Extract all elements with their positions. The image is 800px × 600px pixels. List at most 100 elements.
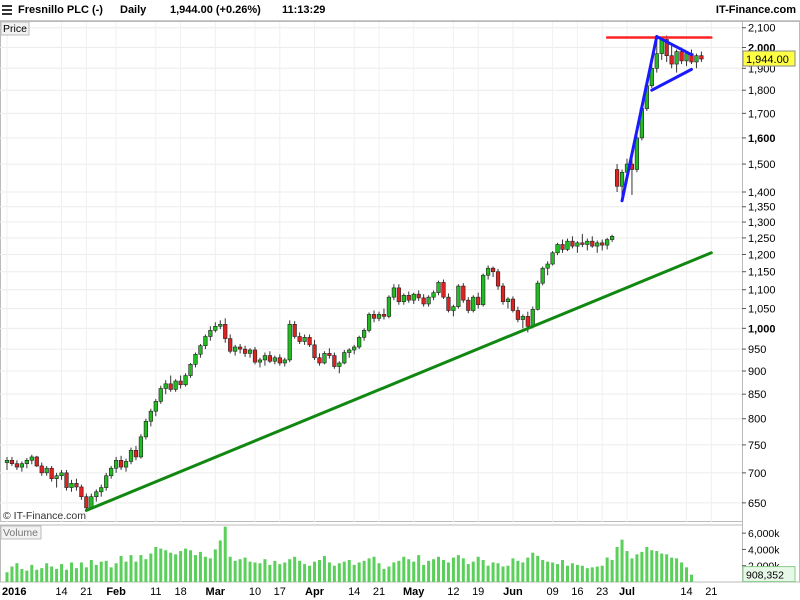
candle-body: [104, 475, 109, 488]
volume-bar: [94, 564, 98, 582]
candle-body: [456, 285, 461, 307]
candle: [461, 283, 466, 303]
price-tick-label: 1,400: [748, 187, 776, 199]
price-tick-label: 1,300: [748, 217, 776, 229]
volume-bar: [129, 555, 133, 582]
candle-body: [490, 267, 496, 273]
volume-bar: [159, 548, 163, 582]
candle-body: [54, 475, 59, 479]
candle-body: [545, 263, 550, 269]
candle-body: [600, 242, 605, 246]
volume-bar: [149, 553, 153, 582]
candle-body: [59, 472, 64, 477]
candle-body: [401, 294, 406, 302]
candle-body: [312, 344, 317, 359]
volume-bar: [69, 562, 73, 582]
volume-bar: [65, 569, 69, 582]
candle-body: [352, 346, 357, 351]
volume-bar: [5, 572, 9, 582]
candle-body: [228, 338, 233, 352]
candle-body: [297, 336, 302, 342]
candle: [183, 373, 188, 387]
candle-body: [317, 357, 322, 364]
volume-bar: [575, 564, 579, 582]
volume-bar: [114, 563, 118, 582]
candle-body: [292, 323, 297, 337]
volume-bar: [372, 556, 376, 582]
candle-body: [406, 294, 411, 301]
volume-bar: [283, 562, 287, 582]
candle-body: [535, 282, 540, 310]
candle-body: [123, 461, 129, 468]
x-axis-label: 10: [249, 586, 261, 598]
volume-bar: [327, 562, 331, 582]
volume-bar: [689, 574, 693, 582]
candle-body: [133, 450, 139, 458]
candle-body: [520, 316, 525, 320]
candle: [481, 273, 486, 307]
candle-body: [64, 472, 69, 488]
candle-body: [163, 383, 168, 389]
candle: [322, 351, 327, 365]
candle-body: [684, 53, 689, 62]
volume-bar: [124, 561, 128, 582]
candle-body: [242, 348, 248, 354]
volume-bar: [441, 560, 445, 582]
candle-body: [173, 380, 178, 390]
candle-body: [14, 463, 20, 468]
volume-bar: [362, 560, 366, 582]
volume-bar: [466, 564, 470, 582]
candle-body: [138, 436, 144, 458]
volume-bar: [377, 563, 381, 582]
volume-bar: [551, 562, 555, 582]
candle: [188, 362, 193, 378]
candle-body: [183, 375, 188, 386]
candle-body: [213, 326, 218, 331]
candle: [386, 295, 392, 319]
volume-bar: [243, 557, 247, 582]
stock-chart[interactable]: 2,1002,0001,9001,8001,7001,6001,5001,400…: [0, 0, 800, 600]
candle-body: [128, 450, 134, 462]
x-axis-label: 21: [705, 586, 717, 598]
candle-body: [322, 353, 327, 364]
volume-bar: [461, 558, 465, 582]
candle-body: [69, 483, 74, 488]
watermark-text: © IT-Finance.com: [3, 510, 86, 522]
volume-bar: [665, 554, 669, 582]
candle-body: [580, 242, 585, 245]
volume-bar: [511, 558, 515, 582]
candle-body: [486, 267, 491, 276]
candle-body: [193, 353, 198, 365]
candle-body: [337, 362, 342, 367]
candle-body: [198, 345, 203, 355]
volume-bar: [561, 560, 565, 582]
volume-bar: [382, 568, 386, 582]
candle: [500, 283, 506, 305]
candle-body: [332, 355, 337, 367]
volume-bar: [412, 561, 416, 582]
volume-bar: [169, 552, 173, 582]
candle-body: [495, 271, 501, 287]
volume-bar: [258, 563, 262, 582]
x-axis-label: 14: [680, 586, 692, 598]
x-axis-label: May: [403, 586, 425, 598]
volume-bar: [491, 562, 495, 582]
x-axis-label: Jul: [619, 586, 635, 598]
price-tick-label: 950: [748, 344, 766, 356]
volume-bar: [288, 559, 292, 582]
volume-bar: [74, 568, 78, 582]
volume-bar: [506, 565, 510, 582]
x-axis-label: 23: [596, 586, 608, 598]
candle-body: [84, 496, 89, 509]
candle: [550, 251, 555, 266]
volume-bar: [45, 563, 49, 582]
candle-body: [560, 244, 565, 250]
candle-body: [614, 169, 620, 187]
volume-bar: [203, 556, 207, 582]
price-tick-label: 1,250: [748, 233, 776, 245]
candle-body: [307, 337, 312, 346]
volume-bar: [536, 555, 540, 582]
candle-body: [575, 242, 580, 247]
x-axis-label: 09: [546, 586, 558, 598]
candle-body: [252, 349, 258, 363]
